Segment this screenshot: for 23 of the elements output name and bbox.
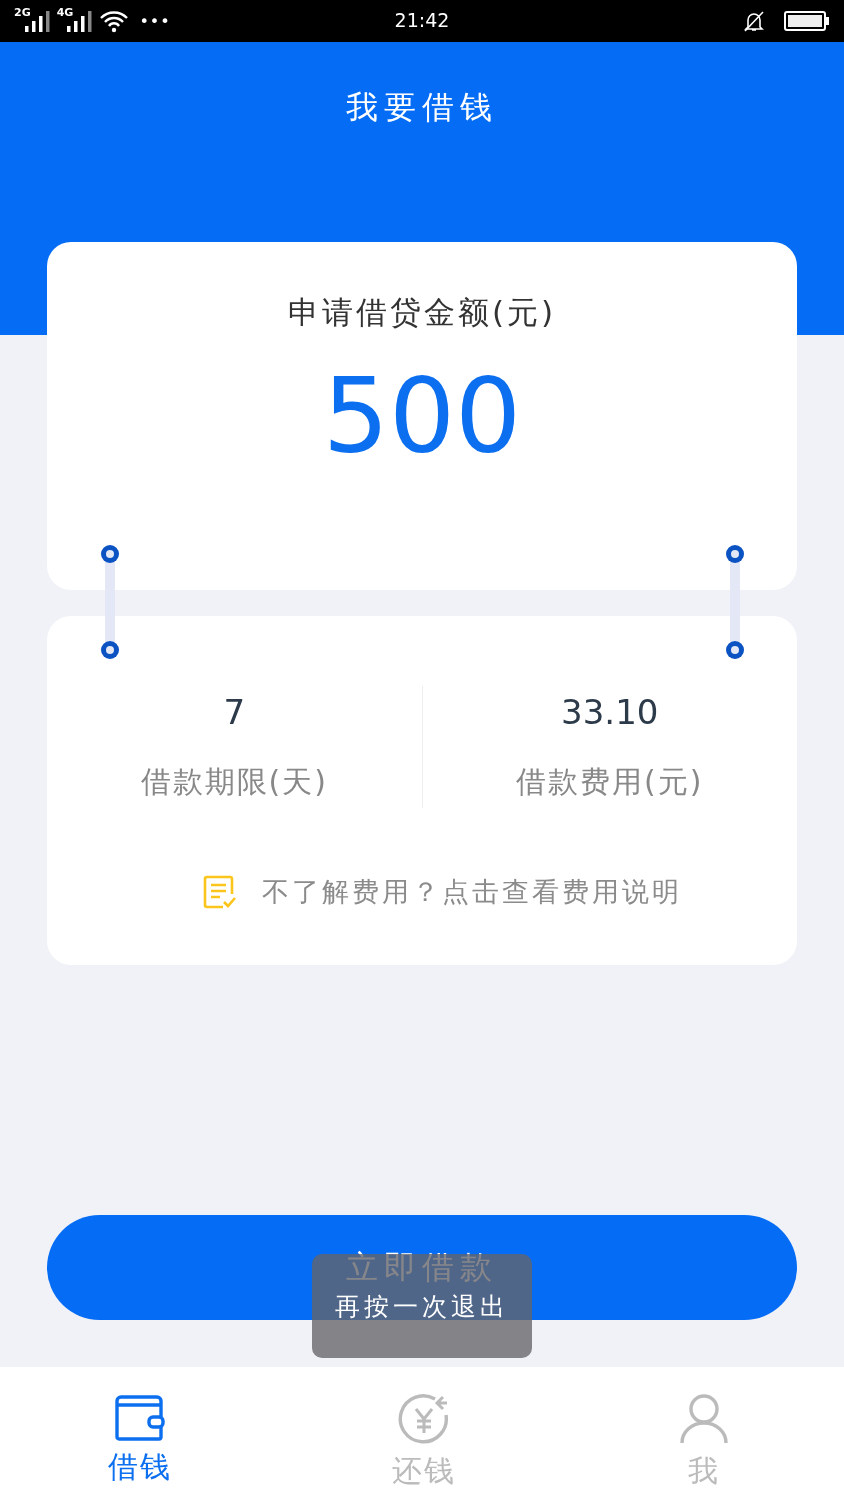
toast-message: 再按一次退出	[335, 1291, 509, 1322]
person-icon	[679, 1393, 729, 1445]
document-check-icon	[202, 874, 238, 910]
network-label: 2G	[14, 6, 31, 19]
fee-info-link[interactable]: 不了解费用？点击查看费用说明	[262, 874, 682, 910]
tab-bar-item[interactable]: 借钱	[0, 1367, 280, 1500]
stat-label: 借款费用(元)	[516, 763, 704, 801]
amount-label: 申请借贷金额(元)	[287, 293, 557, 332]
stat-value: 33.10	[561, 692, 659, 732]
tab-bar-item[interactable]: 我	[564, 1367, 844, 1500]
page-title: 我要借钱	[346, 87, 498, 128]
battery-icon	[784, 10, 830, 32]
yen-return-icon	[397, 1393, 451, 1445]
wifi-icon	[99, 9, 130, 33]
more-icon: •••	[139, 11, 171, 31]
stat-label: 借款期限(天)	[140, 763, 328, 801]
tab-bar-item[interactable]: 还钱	[280, 1367, 564, 1500]
stat-value: 7	[223, 692, 246, 732]
network-label: 4G	[56, 6, 74, 19]
clock: 21:42	[394, 9, 450, 31]
wallet-icon	[113, 1393, 167, 1441]
muted-bell-icon	[742, 9, 766, 33]
loan-amount: 500	[322, 364, 522, 468]
